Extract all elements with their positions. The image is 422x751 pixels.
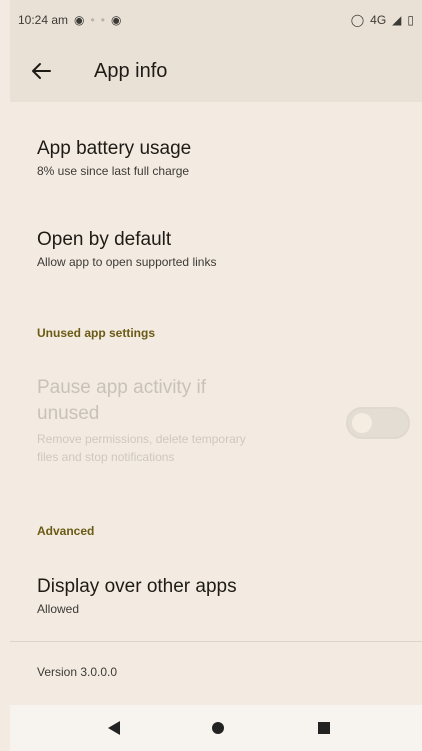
signal-dot-icon: •: [90, 13, 95, 27]
app-bar: App info: [10, 40, 422, 102]
item-title: Display over other apps: [37, 576, 237, 597]
page-title: App info: [94, 59, 168, 82]
item-title: Open by default: [37, 229, 172, 250]
nav-home-icon[interactable]: [198, 708, 238, 748]
phone-screen: 10:24 am ◉ • • ◉ ◯ 4G ◢ ▯ App info App b…: [10, 0, 422, 751]
toggle-thumb: [352, 413, 372, 433]
battery-icon: ▯: [407, 13, 414, 27]
section-header-advanced: Advanced: [37, 524, 95, 538]
item-title: App battery usage: [37, 138, 192, 159]
app-battery-usage-item[interactable]: App battery usage 8% use since last full…: [37, 136, 397, 179]
status-time: 10:24 am: [18, 13, 69, 27]
nav-back-icon[interactable]: [94, 708, 134, 748]
display-over-other-apps-item[interactable]: Display over other apps Allowed: [37, 574, 397, 617]
nav-recents-icon[interactable]: [304, 708, 344, 748]
back-arrow-icon[interactable]: [30, 60, 52, 82]
item-subtitle: Allow app to open supported links: [37, 255, 217, 269]
status-right: ◯ 4G ◢ ▯: [351, 13, 414, 27]
wifi-icon: ◉: [74, 13, 85, 27]
divider: [10, 641, 422, 642]
signal-icon: ◢: [392, 13, 402, 27]
status-bar: 10:24 am ◉ • • ◉ ◯ 4G ◢ ▯: [10, 0, 422, 40]
section-header-unused: Unused app settings: [37, 326, 156, 340]
open-by-default-item[interactable]: Open by default Allow app to open suppor…: [37, 227, 397, 270]
pause-activity-toggle[interactable]: [346, 407, 410, 439]
alarm-icon: ◯: [350, 13, 365, 27]
wifi-icon: ◉: [110, 13, 122, 27]
navigation-bar: [10, 705, 422, 751]
status-left: 10:24 am ◉ • • ◉: [18, 13, 121, 27]
pause-app-activity-item[interactable]: Pause app activity if unused Remove perm…: [37, 375, 337, 466]
item-subtitle-line1: Remove permissions, delete temporary: [37, 432, 246, 446]
version-label: Version 3.0.0.0: [37, 665, 118, 679]
item-title-line1: Pause app activity if: [37, 377, 206, 398]
item-title-line2: unused: [37, 403, 100, 424]
network-type: 4G: [370, 13, 387, 27]
item-subtitle: Allowed: [37, 602, 80, 616]
signal-dot-icon: •: [100, 13, 105, 27]
item-subtitle: 8% use since last full charge: [37, 164, 190, 178]
item-subtitle-line2: files and stop notifications: [37, 450, 175, 464]
